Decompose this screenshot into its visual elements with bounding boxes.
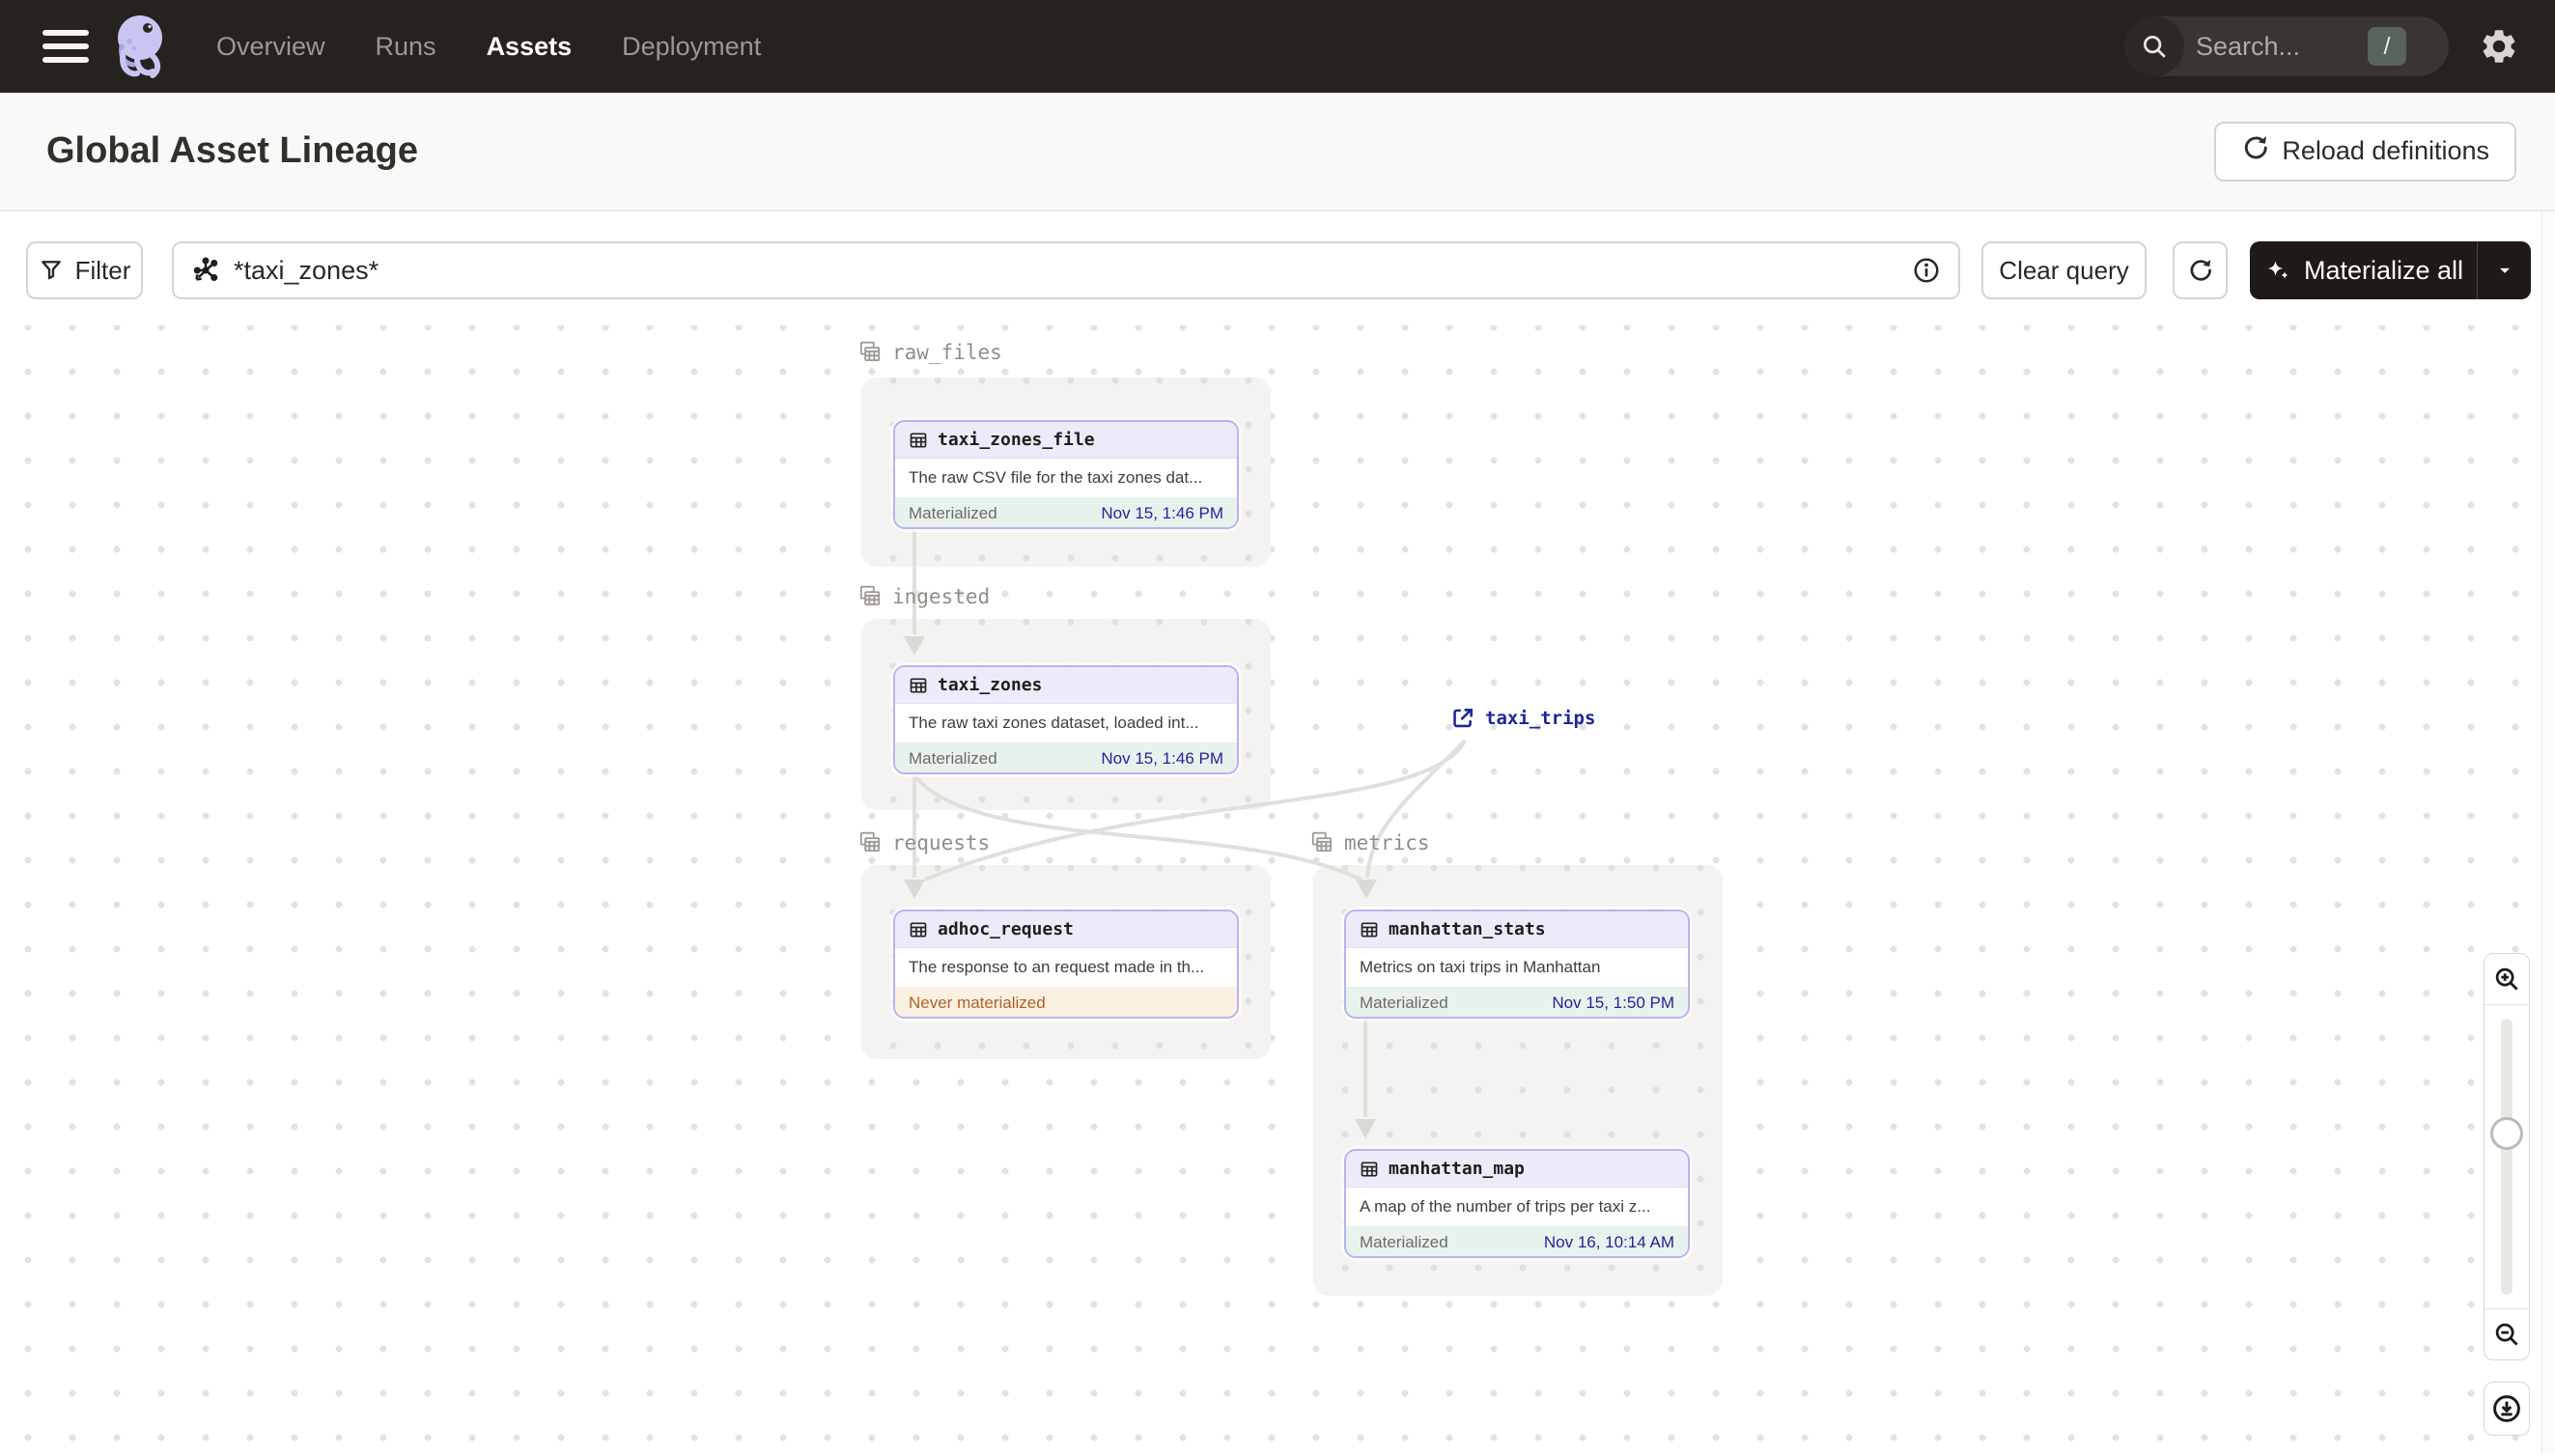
asset-node-taxi-zones[interactable]: taxi_zones The raw taxi zones dataset, l…: [893, 665, 1239, 774]
refresh-icon: [2190, 260, 2211, 281]
asset-timestamp: Nov 15, 1:50 PM: [1552, 993, 1674, 1012]
nav-item-assets[interactable]: Assets: [487, 32, 573, 62]
chevron-down-icon: [2499, 267, 2510, 273]
lineage-canvas[interactable]: raw_files ingested requests metrics taxi…: [0, 211, 2555, 1454]
external-asset-name: taxi_trips: [1485, 708, 1596, 729]
zoom-slider[interactable]: [2485, 1004, 2529, 1309]
asset-description: The response to an request made in th...: [909, 958, 1205, 976]
asset-status: Materialized: [1360, 993, 1448, 1012]
zoom-controls: [2484, 953, 2530, 1360]
asset-timestamp: Nov 15, 1:46 PM: [1101, 748, 1223, 768]
search-icon: [2124, 16, 2184, 76]
clear-query-label: Clear query: [1999, 255, 2129, 285]
nav-item-runs[interactable]: Runs: [376, 32, 436, 62]
asset-selection-icon: [193, 257, 218, 282]
group-label-ingested[interactable]: ingested: [857, 584, 990, 609]
asset-status: Never materialized: [909, 993, 1046, 1012]
asset-description: Metrics on taxi trips in Manhattan: [1360, 958, 1601, 976]
dot-grid-background: [0, 325, 2555, 1454]
asset-title: manhattan_map: [1389, 1159, 1525, 1179]
search-box[interactable]: /: [2124, 16, 2449, 76]
materialize-all-button[interactable]: Materialize all: [2250, 241, 2531, 299]
zoom-in-button[interactable]: [2485, 954, 2529, 1004]
asset-timestamp: Nov 16, 10:14 AM: [1543, 1232, 1674, 1251]
asset-description: The raw CSV file for the taxi zones dat.…: [909, 468, 1203, 487]
materialize-all-label: Materialize all: [2303, 255, 2464, 285]
download-image-button[interactable]: [2484, 1382, 2530, 1436]
info-icon[interactable]: [1912, 256, 1941, 285]
zoom-out-button[interactable]: [2485, 1309, 2529, 1359]
group-name: metrics: [1344, 831, 1430, 854]
external-asset-taxi-trips[interactable]: taxi_trips: [1450, 706, 1595, 731]
external-link-icon: [1453, 709, 1473, 728]
group-label-metrics[interactable]: metrics: [1309, 830, 1430, 855]
asset-node-manhattan-stats[interactable]: manhattan_stats Metrics on taxi trips in…: [1344, 910, 1690, 1019]
dagster-app: Overview Runs Assets Deployment / Global…: [0, 0, 2555, 1456]
scrollbar[interactable]: [2541, 211, 2555, 1454]
group-table-icon: [859, 585, 881, 606]
asset-node-adhoc-request[interactable]: adhoc_request The response to an request…: [893, 910, 1239, 1019]
asset-title: taxi_zones_file: [938, 430, 1095, 450]
asset-description: A map of the number of trips per taxi z.…: [1360, 1197, 1651, 1216]
asset-status: Materialized: [909, 748, 997, 768]
asset-title: taxi_zones: [938, 675, 1043, 695]
zoom-in-icon: [2495, 967, 2518, 991]
table-icon: [910, 678, 927, 692]
nav-item-deployment[interactable]: Deployment: [622, 32, 761, 62]
table-icon: [910, 433, 927, 447]
asset-title: adhoc_request: [938, 919, 1074, 939]
table-icon: [1361, 922, 1378, 937]
page-title: Global Asset Lineage: [46, 130, 419, 171]
asset-title: manhattan_stats: [1389, 919, 1546, 939]
zoom-out-icon: [2495, 1323, 2518, 1346]
asset-selection-input-box[interactable]: [172, 241, 1960, 299]
settings-gear-icon[interactable]: [2470, 17, 2528, 75]
filter-label: Filter: [74, 255, 131, 285]
reload-label: Reload definitions: [2282, 136, 2489, 165]
asset-description: The raw taxi zones dataset, loaded int..…: [909, 714, 1199, 732]
dagster-logo-icon: [118, 15, 162, 78]
search-shortcut-badge: /: [2368, 27, 2406, 66]
table-icon: [910, 922, 927, 937]
sparkle-icon: [2267, 261, 2288, 279]
refresh-button[interactable]: [2173, 241, 2228, 299]
group-name: requests: [892, 831, 991, 854]
filter-funnel-icon: [41, 261, 61, 280]
group-name: ingested: [892, 585, 991, 608]
asset-node-manhattan-map[interactable]: manhattan_map A map of the number of tri…: [1344, 1149, 1690, 1258]
group-table-icon: [1311, 831, 1333, 853]
table-icon: [1361, 1162, 1378, 1176]
asset-status: Materialized: [1360, 1232, 1448, 1251]
search-input[interactable]: [2196, 31, 2360, 62]
group-table-icon: [859, 831, 881, 853]
asset-status: Materialized: [909, 503, 997, 522]
filter-button[interactable]: Filter: [26, 241, 143, 299]
group-label-raw-files[interactable]: raw_files: [857, 340, 1002, 365]
nav-links: Overview Runs Assets Deployment: [216, 32, 761, 62]
zoom-slider-knob[interactable]: [2490, 1117, 2523, 1150]
group-label-requests[interactable]: requests: [857, 830, 990, 855]
menu-icon[interactable]: [42, 30, 89, 63]
group-table-icon: [859, 341, 881, 362]
top-nav: Overview Runs Assets Deployment /: [0, 0, 2555, 93]
graph-toolbar: Filter Clear query Materialize all: [0, 241, 2555, 299]
zoom-slider-track[interactable]: [2501, 1019, 2513, 1295]
page-header: Global Asset Lineage Reload definitions: [0, 93, 2555, 211]
reload-definitions-button[interactable]: Reload definitions: [2214, 121, 2516, 182]
clear-query-button[interactable]: Clear query: [1981, 241, 2147, 299]
asset-node-taxi-zones-file[interactable]: taxi_zones_file The raw CSV file for the…: [893, 420, 1239, 529]
asset-timestamp: Nov 15, 1:46 PM: [1101, 503, 1223, 522]
asset-selection-input[interactable]: [234, 255, 1912, 286]
materialize-dropdown-caret[interactable]: [2477, 241, 2531, 299]
download-icon: [2493, 1395, 2520, 1422]
reload-icon: [2241, 133, 2270, 169]
nav-item-overview[interactable]: Overview: [216, 32, 325, 62]
group-name: raw_files: [892, 341, 1002, 364]
